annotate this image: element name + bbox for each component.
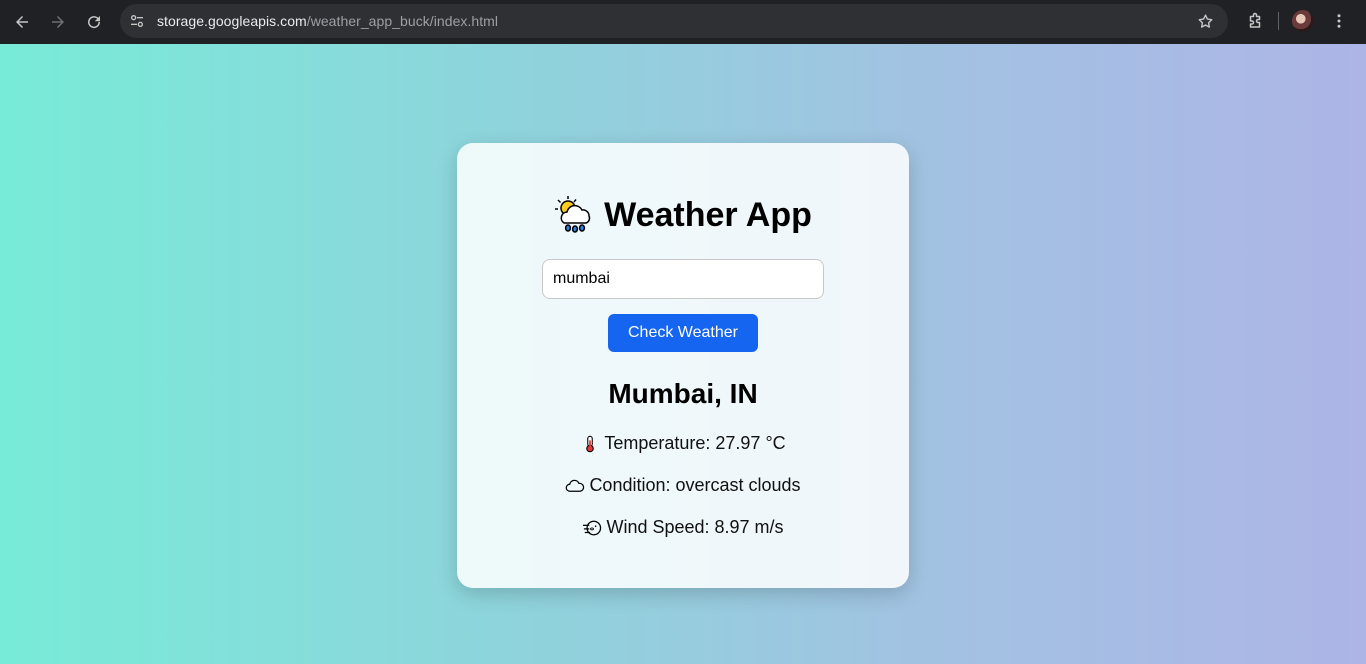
toolbar-divider — [1278, 12, 1279, 30]
wind-face-icon — [582, 518, 602, 538]
back-button[interactable] — [4, 4, 40, 40]
puzzle-icon — [1249, 12, 1261, 28]
bookmark-button[interactable] — [1194, 10, 1216, 32]
forward-button[interactable] — [40, 4, 76, 40]
url-path: /weather_app_buck/index.html — [306, 13, 499, 29]
address-bar[interactable]: storage.googleapis.com/weather_app_buck/… — [120, 4, 1228, 38]
temperature-text: Temperature: 27.97 °C — [604, 433, 786, 453]
arrow-left-icon — [16, 16, 28, 28]
location-heading: Mumbai, IN — [608, 378, 758, 409]
temperature-row: Temperature: 27.97 °C — [457, 433, 909, 454]
reload-icon — [88, 16, 101, 29]
cloud-icon — [565, 476, 585, 496]
toolbar-actions — [1240, 4, 1354, 38]
extensions-button[interactable] — [1240, 6, 1270, 36]
sun-behind-rain-cloud-icon — [555, 196, 591, 233]
browser-menu-button[interactable] — [1324, 6, 1354, 36]
check-weather-button[interactable]: Check Weather — [608, 314, 758, 352]
tune-icon — [131, 14, 143, 27]
page-background: Weather App Check Weather Mumbai, IN Tem… — [0, 44, 1366, 664]
condition-row: Condition: overcast clouds — [457, 475, 909, 496]
arrow-right-icon — [52, 16, 64, 28]
kebab-menu-icon — [1337, 14, 1341, 28]
wind-row: Wind Speed: 8.97 m/s — [457, 517, 909, 538]
url-text: storage.googleapis.com/weather_app_buck/… — [157, 13, 498, 29]
site-info-button[interactable] — [124, 8, 150, 34]
weather-card: Weather App Check Weather Mumbai, IN Tem… — [457, 143, 909, 588]
browser-toolbar: storage.googleapis.com/weather_app_buck/… — [0, 0, 1366, 44]
reload-button[interactable] — [76, 4, 112, 40]
thermometer-icon — [580, 434, 600, 454]
wind-text: Wind Speed: 8.97 m/s — [606, 517, 784, 537]
star-icon — [1198, 13, 1212, 28]
app-title-text: Weather App — [604, 195, 812, 234]
url-host: storage.googleapis.com — [157, 13, 307, 29]
city-search-input[interactable] — [542, 259, 824, 299]
app-title: Weather App — [457, 195, 909, 235]
profile-avatar[interactable] — [1292, 10, 1314, 32]
condition-text: Condition: overcast clouds — [589, 475, 801, 495]
